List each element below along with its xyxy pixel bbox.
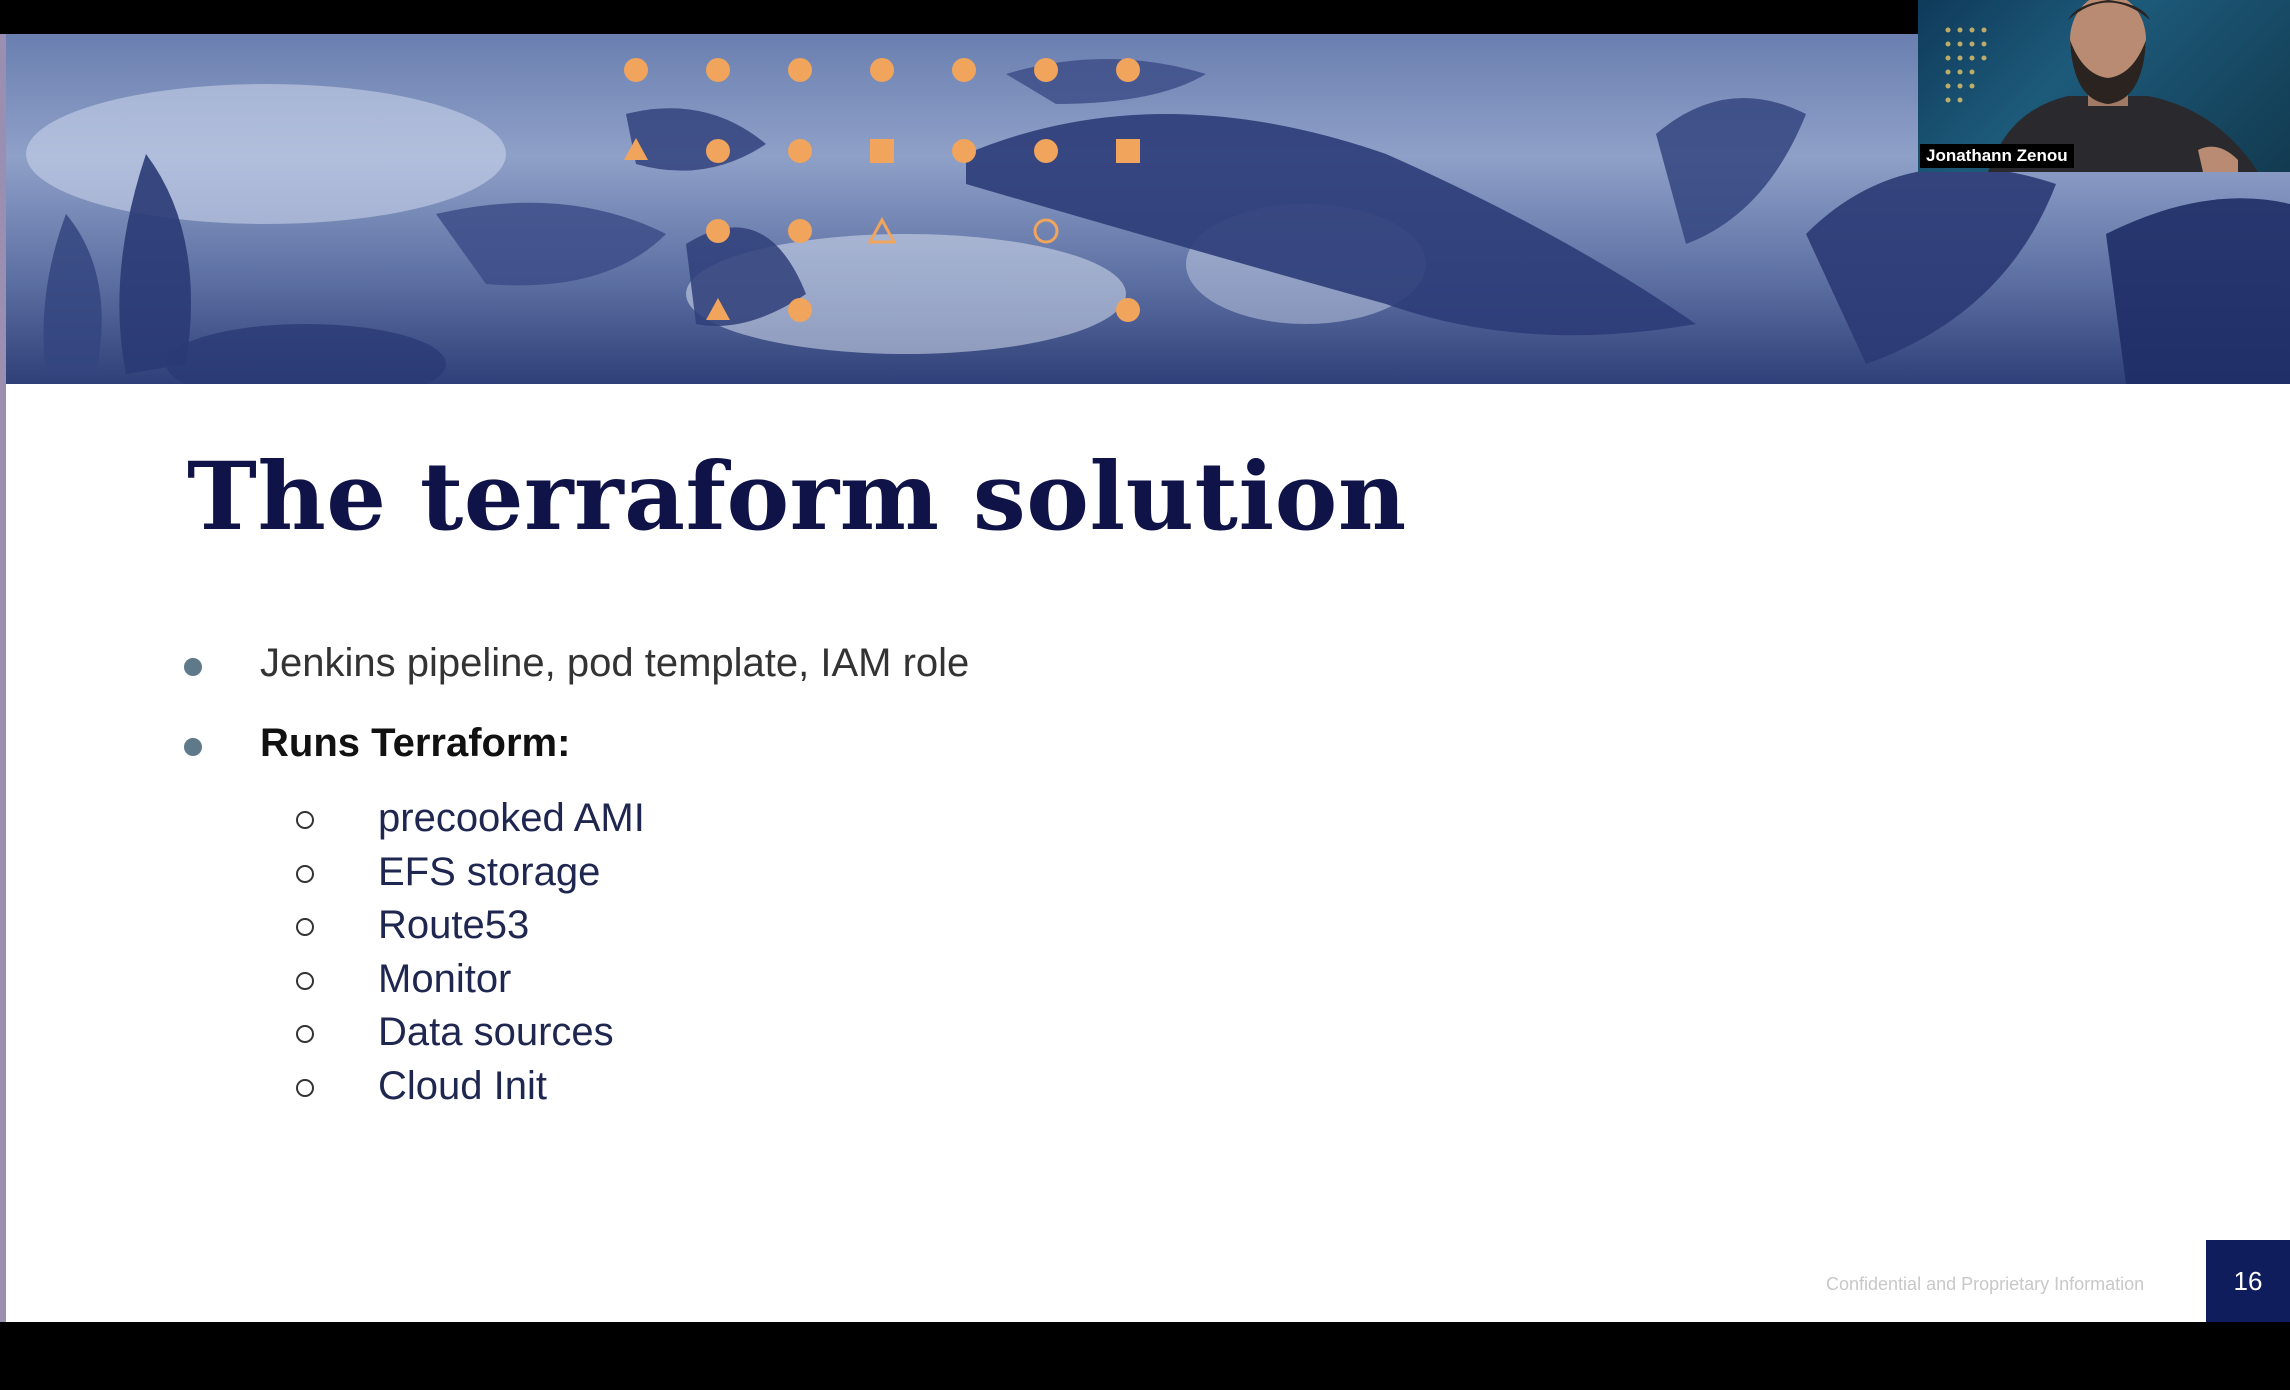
sub-bullet-text: Monitor xyxy=(378,956,512,1001)
presentation-slide: The terraform solution Jenkins pipeline,… xyxy=(6,34,2290,1322)
participant-video-tile[interactable]: Jonathann Zenou xyxy=(1918,0,2290,172)
hollow-circle-icon xyxy=(296,971,314,990)
sub-bullet-text: EFS storage xyxy=(378,849,601,894)
hollow-circle-icon xyxy=(296,811,314,829)
slide-title: The terraform solution xyxy=(187,442,1407,552)
hollow-circle-icon xyxy=(296,864,314,883)
bullet-text: Runs Terraform: xyxy=(260,721,571,765)
hollow-circle-icon xyxy=(296,1025,314,1043)
hollow-circle-icon xyxy=(296,1078,314,1097)
sub-bullet-text: Route53 xyxy=(378,903,530,947)
sub-bullet-text: Cloud Init xyxy=(378,1063,547,1108)
bullet-text: Jenkins pipeline, pod template, IAM role xyxy=(260,641,970,685)
bullet-dot-icon xyxy=(184,738,202,756)
participant-name-label: Jonathann Zenou xyxy=(1920,144,2074,168)
sub-bullet-text: Data sources xyxy=(378,1010,614,1054)
page-number-badge: 16 xyxy=(2206,1240,2290,1322)
sub-bullet-text: precooked AMI xyxy=(378,796,645,840)
bottom-letterbox-bar xyxy=(0,1322,2290,1390)
confidentiality-footer: Confidential and Proprietary Information xyxy=(1826,1274,2145,1294)
bullet-dot-icon xyxy=(184,658,202,676)
hollow-circle-icon xyxy=(296,918,314,936)
